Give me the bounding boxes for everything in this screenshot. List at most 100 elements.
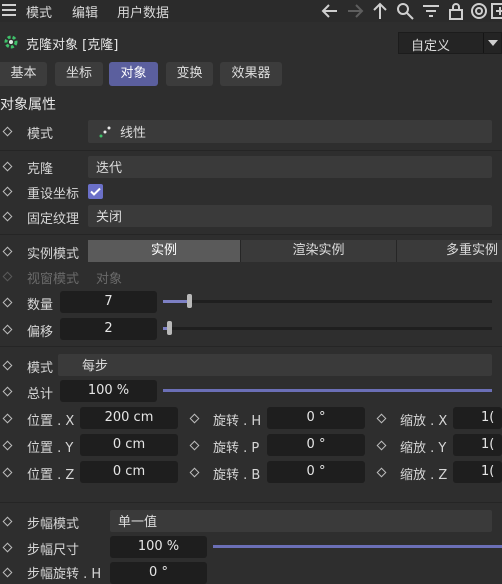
count-slider-handle[interactable] [187,294,192,308]
step-size-slider-fill[interactable] [213,545,502,548]
pos-x-input[interactable]: 200 cm [80,407,178,429]
instance-mode-option-instance[interactable]: 实例 [88,240,241,262]
step-size-input[interactable]: 100 % [110,536,207,558]
instance-mode-label: 实例模式 [27,247,80,262]
filter-icon[interactable] [421,1,441,21]
fix-texture-field[interactable]: 关闭 [88,205,492,227]
step-mode-label: 模式 [27,361,54,376]
offset-slider[interactable] [163,327,492,330]
scale-y-input[interactable]: 1( [453,434,502,456]
keyframe-diamond-icon[interactable] [376,467,387,478]
step-mode-field[interactable]: 每步 [58,354,492,376]
step-rotation-label: 步幅旋转 . H [27,567,102,582]
rot-h-input[interactable]: 0 ° [267,407,365,429]
keyframe-diamond-icon[interactable] [2,360,13,371]
keyframe-diamond-icon[interactable] [2,186,13,197]
keyframe-diamond-icon[interactable] [189,440,200,451]
keyframe-diamond-icon[interactable] [2,126,13,137]
tab-transform[interactable]: 变换 [166,62,213,86]
mode-field[interactable]: 线性 [88,120,492,143]
tab-effectors[interactable]: 效果器 [220,62,282,86]
scale-x-value: 1( [481,410,495,425]
tab-coordinates[interactable]: 坐标 [55,62,103,86]
viewport-mode-value: 对象 [96,272,123,287]
rot-b-input[interactable]: 0 ° [267,461,365,483]
scale-x-label: 缩放 . X [400,414,448,429]
chevron-down-icon [488,40,498,46]
count-input[interactable]: 7 [60,291,157,313]
step-rotation-input[interactable]: 0 ° [110,562,207,584]
keyframe-diamond-icon[interactable] [376,413,387,424]
keyframe-diamond-icon[interactable] [189,413,200,424]
total-input[interactable]: 100 % [60,380,157,402]
offset-input[interactable]: 2 [60,318,157,340]
step-rate-mode-label: 步幅模式 [27,517,80,532]
step-rate-mode-value: 单一值 [118,515,158,530]
keyframe-diamond-icon[interactable] [2,211,13,222]
target-icon[interactable] [469,1,489,21]
scale-z-input[interactable]: 1( [453,461,502,483]
divider [0,346,502,347]
object-title: 克隆对象 [克隆] [26,38,119,53]
menu-icon[interactable] [2,3,16,17]
keyframe-diamond-icon[interactable] [2,467,13,478]
divider [0,502,502,503]
checkmark-icon [90,187,101,196]
menu-item-edit[interactable]: 编辑 [72,2,98,21]
keyframe-diamond-icon[interactable] [189,467,200,478]
pos-y-input[interactable]: 0 cm [80,434,178,456]
pos-z-label: 位置 . Z [27,468,75,483]
keyframe-diamond-icon[interactable] [2,567,13,578]
tab-object[interactable]: 对象 [109,62,158,86]
divider [0,150,502,151]
count-label: 数量 [27,298,54,313]
arrow-right-icon[interactable] [345,1,365,21]
keyframe-diamond-icon[interactable] [2,297,13,308]
linear-mode-icon [99,126,111,138]
rot-b-label: 旋转 . B [213,468,261,483]
keyframe-diamond-icon[interactable] [2,516,13,527]
search-icon[interactable] [395,1,415,21]
viewport-mode-label: 视窗模式 [27,272,80,287]
step-rate-mode-field[interactable]: 单一值 [110,510,492,532]
instance-mode-option-render-instance[interactable]: 渲染实例 [241,240,397,262]
arrow-up-icon[interactable] [370,1,390,21]
reset-coords-label: 重设坐标 [27,187,80,202]
reset-coords-checkbox[interactable] [88,184,103,199]
scale-z-value: 1( [481,464,495,479]
keyframe-diamond-icon[interactable] [2,386,13,397]
keyframe-diamond-icon[interactable] [2,413,13,424]
rot-h-label: 旋转 . H [213,414,262,429]
rot-p-input[interactable]: 0 ° [267,434,365,456]
clone-label: 克隆 [27,162,54,177]
instance-mode-segmented: 实例 渲染实例 多重实例 [88,240,502,262]
keyframe-diamond-icon[interactable] [2,161,13,172]
menu-item-user-data[interactable]: 用户数据 [117,2,169,21]
lock-icon[interactable] [446,1,466,21]
instance-mode-option-multi-instance[interactable]: 多重实例 [397,240,502,262]
scale-y-label: 缩放 . Y [400,441,447,456]
count-slider[interactable] [163,300,492,303]
preset-dropdown[interactable]: 自定义 [398,32,502,54]
add-panel-icon[interactable] [490,1,502,21]
keyframe-diamond-icon[interactable] [2,324,13,335]
keyframe-diamond-icon[interactable] [2,246,13,257]
dropdown-separator [483,33,484,53]
preset-value: 自定义 [411,39,451,54]
clone-field[interactable]: 迭代 [88,156,492,178]
mode-value: 线性 [120,126,147,141]
scale-x-input[interactable]: 1( [453,407,502,429]
pos-z-input[interactable]: 0 cm [80,461,178,483]
count-slider-fill [163,300,189,303]
keyframe-diamond-icon[interactable] [376,440,387,451]
mode-label: 模式 [27,127,54,142]
tab-basic[interactable]: 基本 [0,62,47,86]
offset-slider-handle[interactable] [167,321,172,335]
total-slider-fill[interactable] [163,389,492,392]
pos-y-label: 位置 . Y [27,441,74,456]
menu-item-mode[interactable]: 模式 [26,2,52,21]
arrow-left-icon[interactable] [320,1,340,21]
keyframe-diamond-icon[interactable] [2,542,13,553]
keyframe-diamond-icon[interactable] [2,440,13,451]
step-mode-value: 每步 [82,359,109,374]
